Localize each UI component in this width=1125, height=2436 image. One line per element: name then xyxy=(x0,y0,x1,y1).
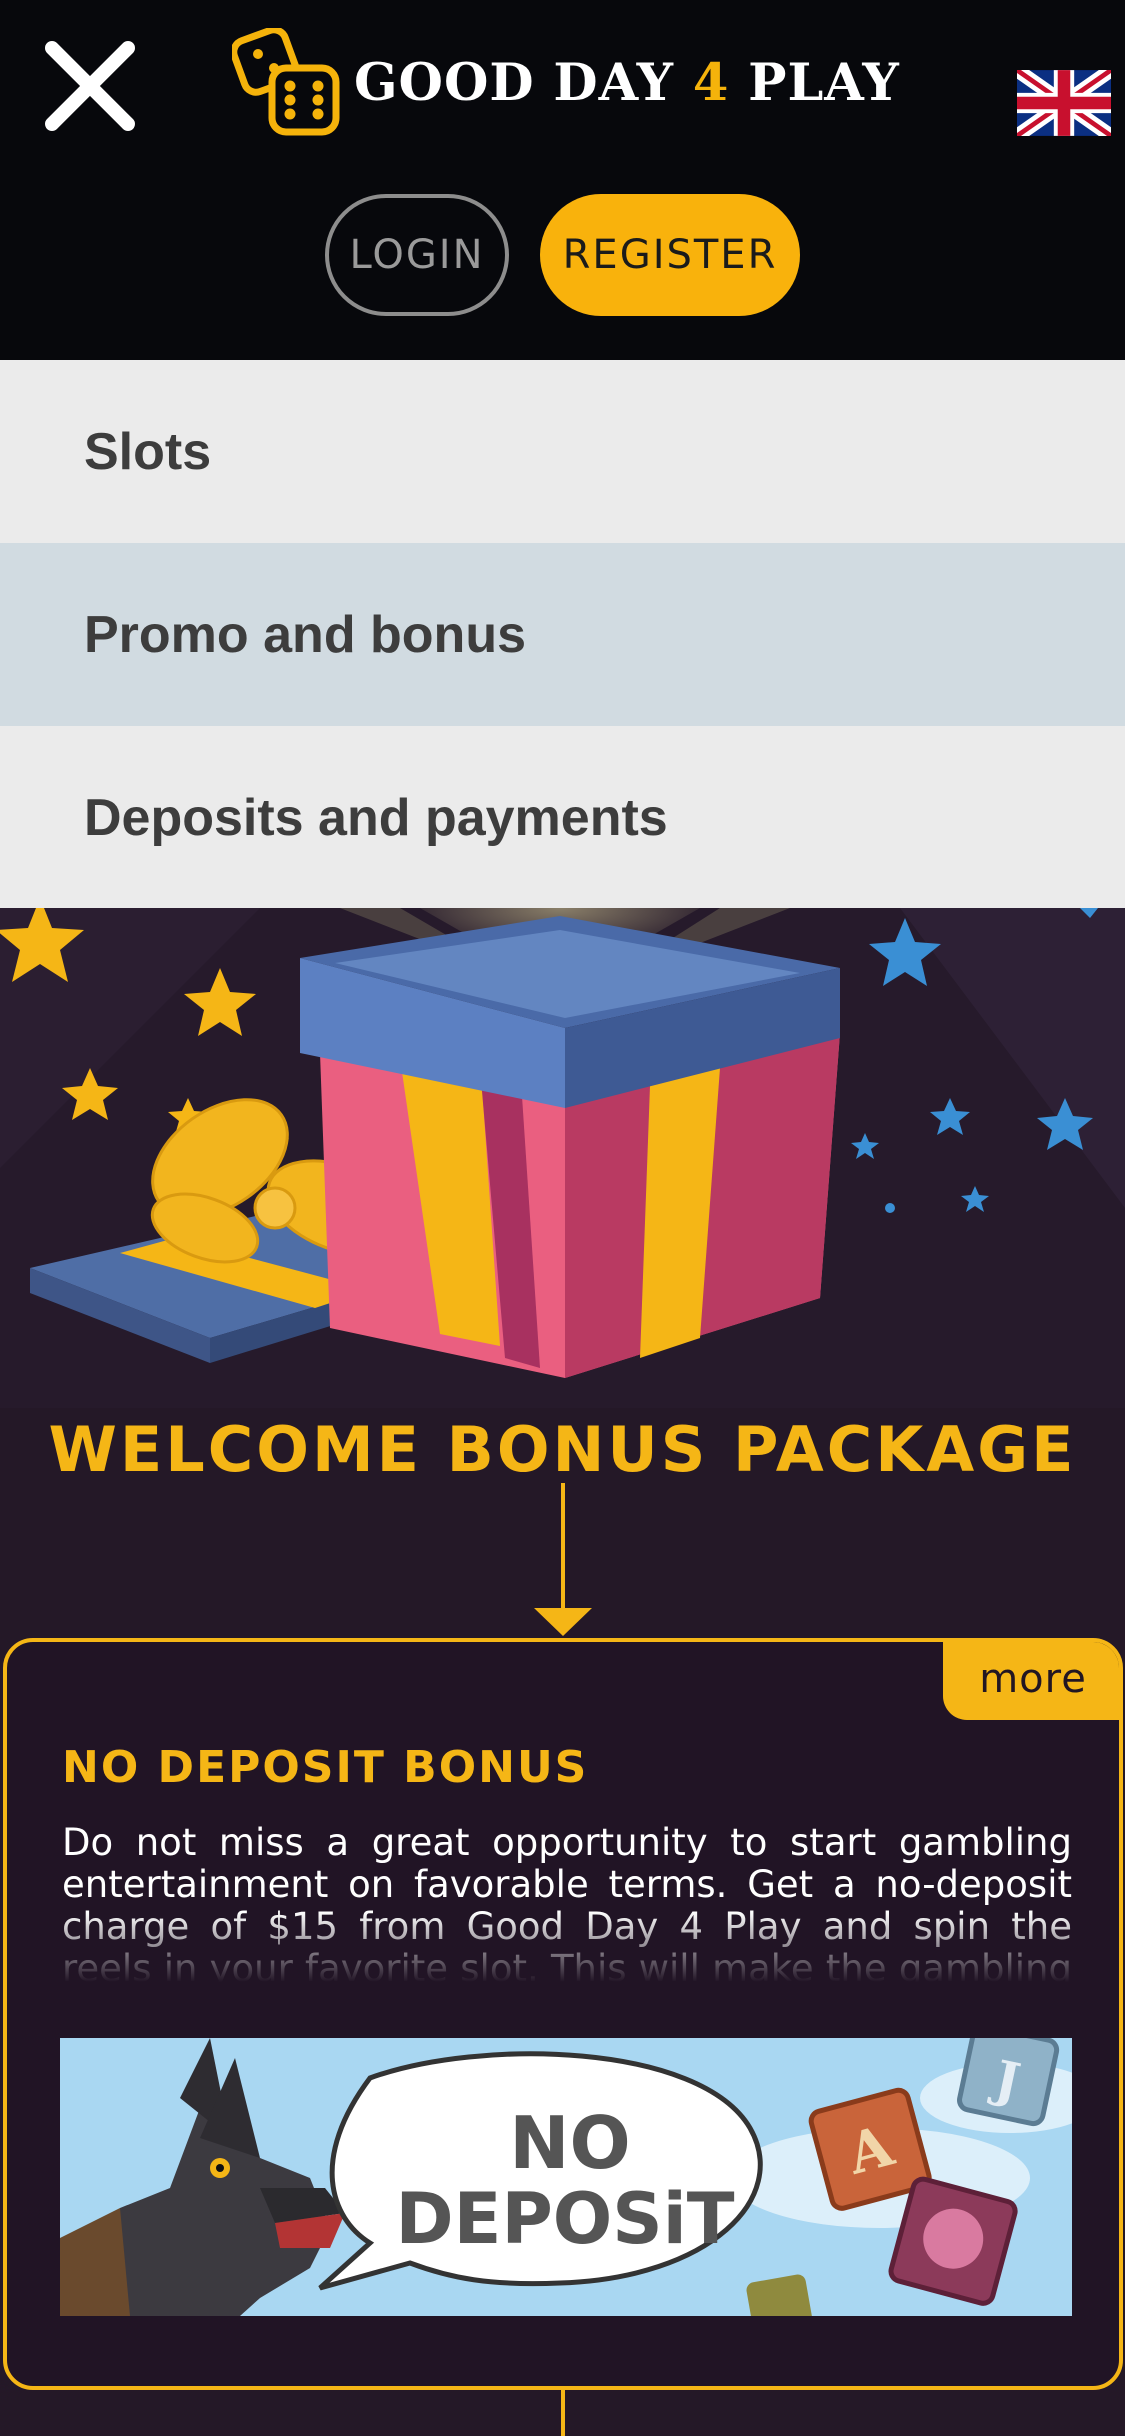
logo-text-part-1: GOOD DAY xyxy=(354,53,675,113)
dice-icon xyxy=(232,28,340,136)
no-deposit-bonus-card: more NO DEPOSIT BONUS Do not miss a grea… xyxy=(3,1638,1123,2390)
menu-item-promo-and-bonus[interactable]: Promo and bonus xyxy=(0,543,1125,726)
site-logo[interactable]: GOOD DAY 4 PLAY xyxy=(232,28,912,138)
svg-text:NO: NO xyxy=(509,2101,630,2185)
close-icon xyxy=(45,41,135,131)
welcome-bonus-title: WELCOME BONUS PACKAGE xyxy=(48,1413,1077,1486)
svg-text:DEPOSiT: DEPOSiT xyxy=(396,2178,735,2260)
header: GOOD DAY 4 PLAY LOGIN REGISTER xyxy=(0,0,1125,360)
welcome-bonus-section: WELCOME BONUS PACKAGE more NO DEPOSIT BO… xyxy=(0,908,1125,2436)
arrow-down-icon xyxy=(534,1608,592,1636)
login-button[interactable]: LOGIN xyxy=(325,194,509,316)
page: GOOD DAY 4 PLAY LOGIN REGISTER Slots Pro… xyxy=(0,0,1125,2436)
wolf-no-deposit-banner-image: NO DEPOSiT A J xyxy=(60,2038,1072,2316)
card-description: Do not miss a great opportunity to start… xyxy=(62,1822,1072,1982)
menu-item-slots[interactable]: Slots xyxy=(0,360,1125,543)
language-selector[interactable] xyxy=(1017,70,1111,136)
logo-text: GOOD DAY 4 PLAY xyxy=(354,53,900,113)
card-title: NO DEPOSIT BONUS xyxy=(62,1742,589,1793)
logo-text-part-2: PLAY xyxy=(748,53,900,113)
register-button[interactable]: REGISTER xyxy=(540,194,800,316)
gift-box-illustration xyxy=(0,908,1125,1408)
close-menu-button[interactable] xyxy=(40,36,140,136)
uk-flag-icon xyxy=(1017,70,1111,136)
logo-text-accent: 4 xyxy=(692,53,730,113)
nav-menu: Slots Promo and bonus Deposits and payme… xyxy=(0,360,1125,909)
connector-line xyxy=(561,1483,565,1613)
connector-line-bottom xyxy=(561,2390,565,2436)
menu-item-deposits-and-payments[interactable]: Deposits and payments xyxy=(0,726,1125,909)
no-deposit-banner: NO DEPOSiT A J xyxy=(60,2038,1072,2316)
more-button[interactable]: more xyxy=(943,1642,1119,1720)
